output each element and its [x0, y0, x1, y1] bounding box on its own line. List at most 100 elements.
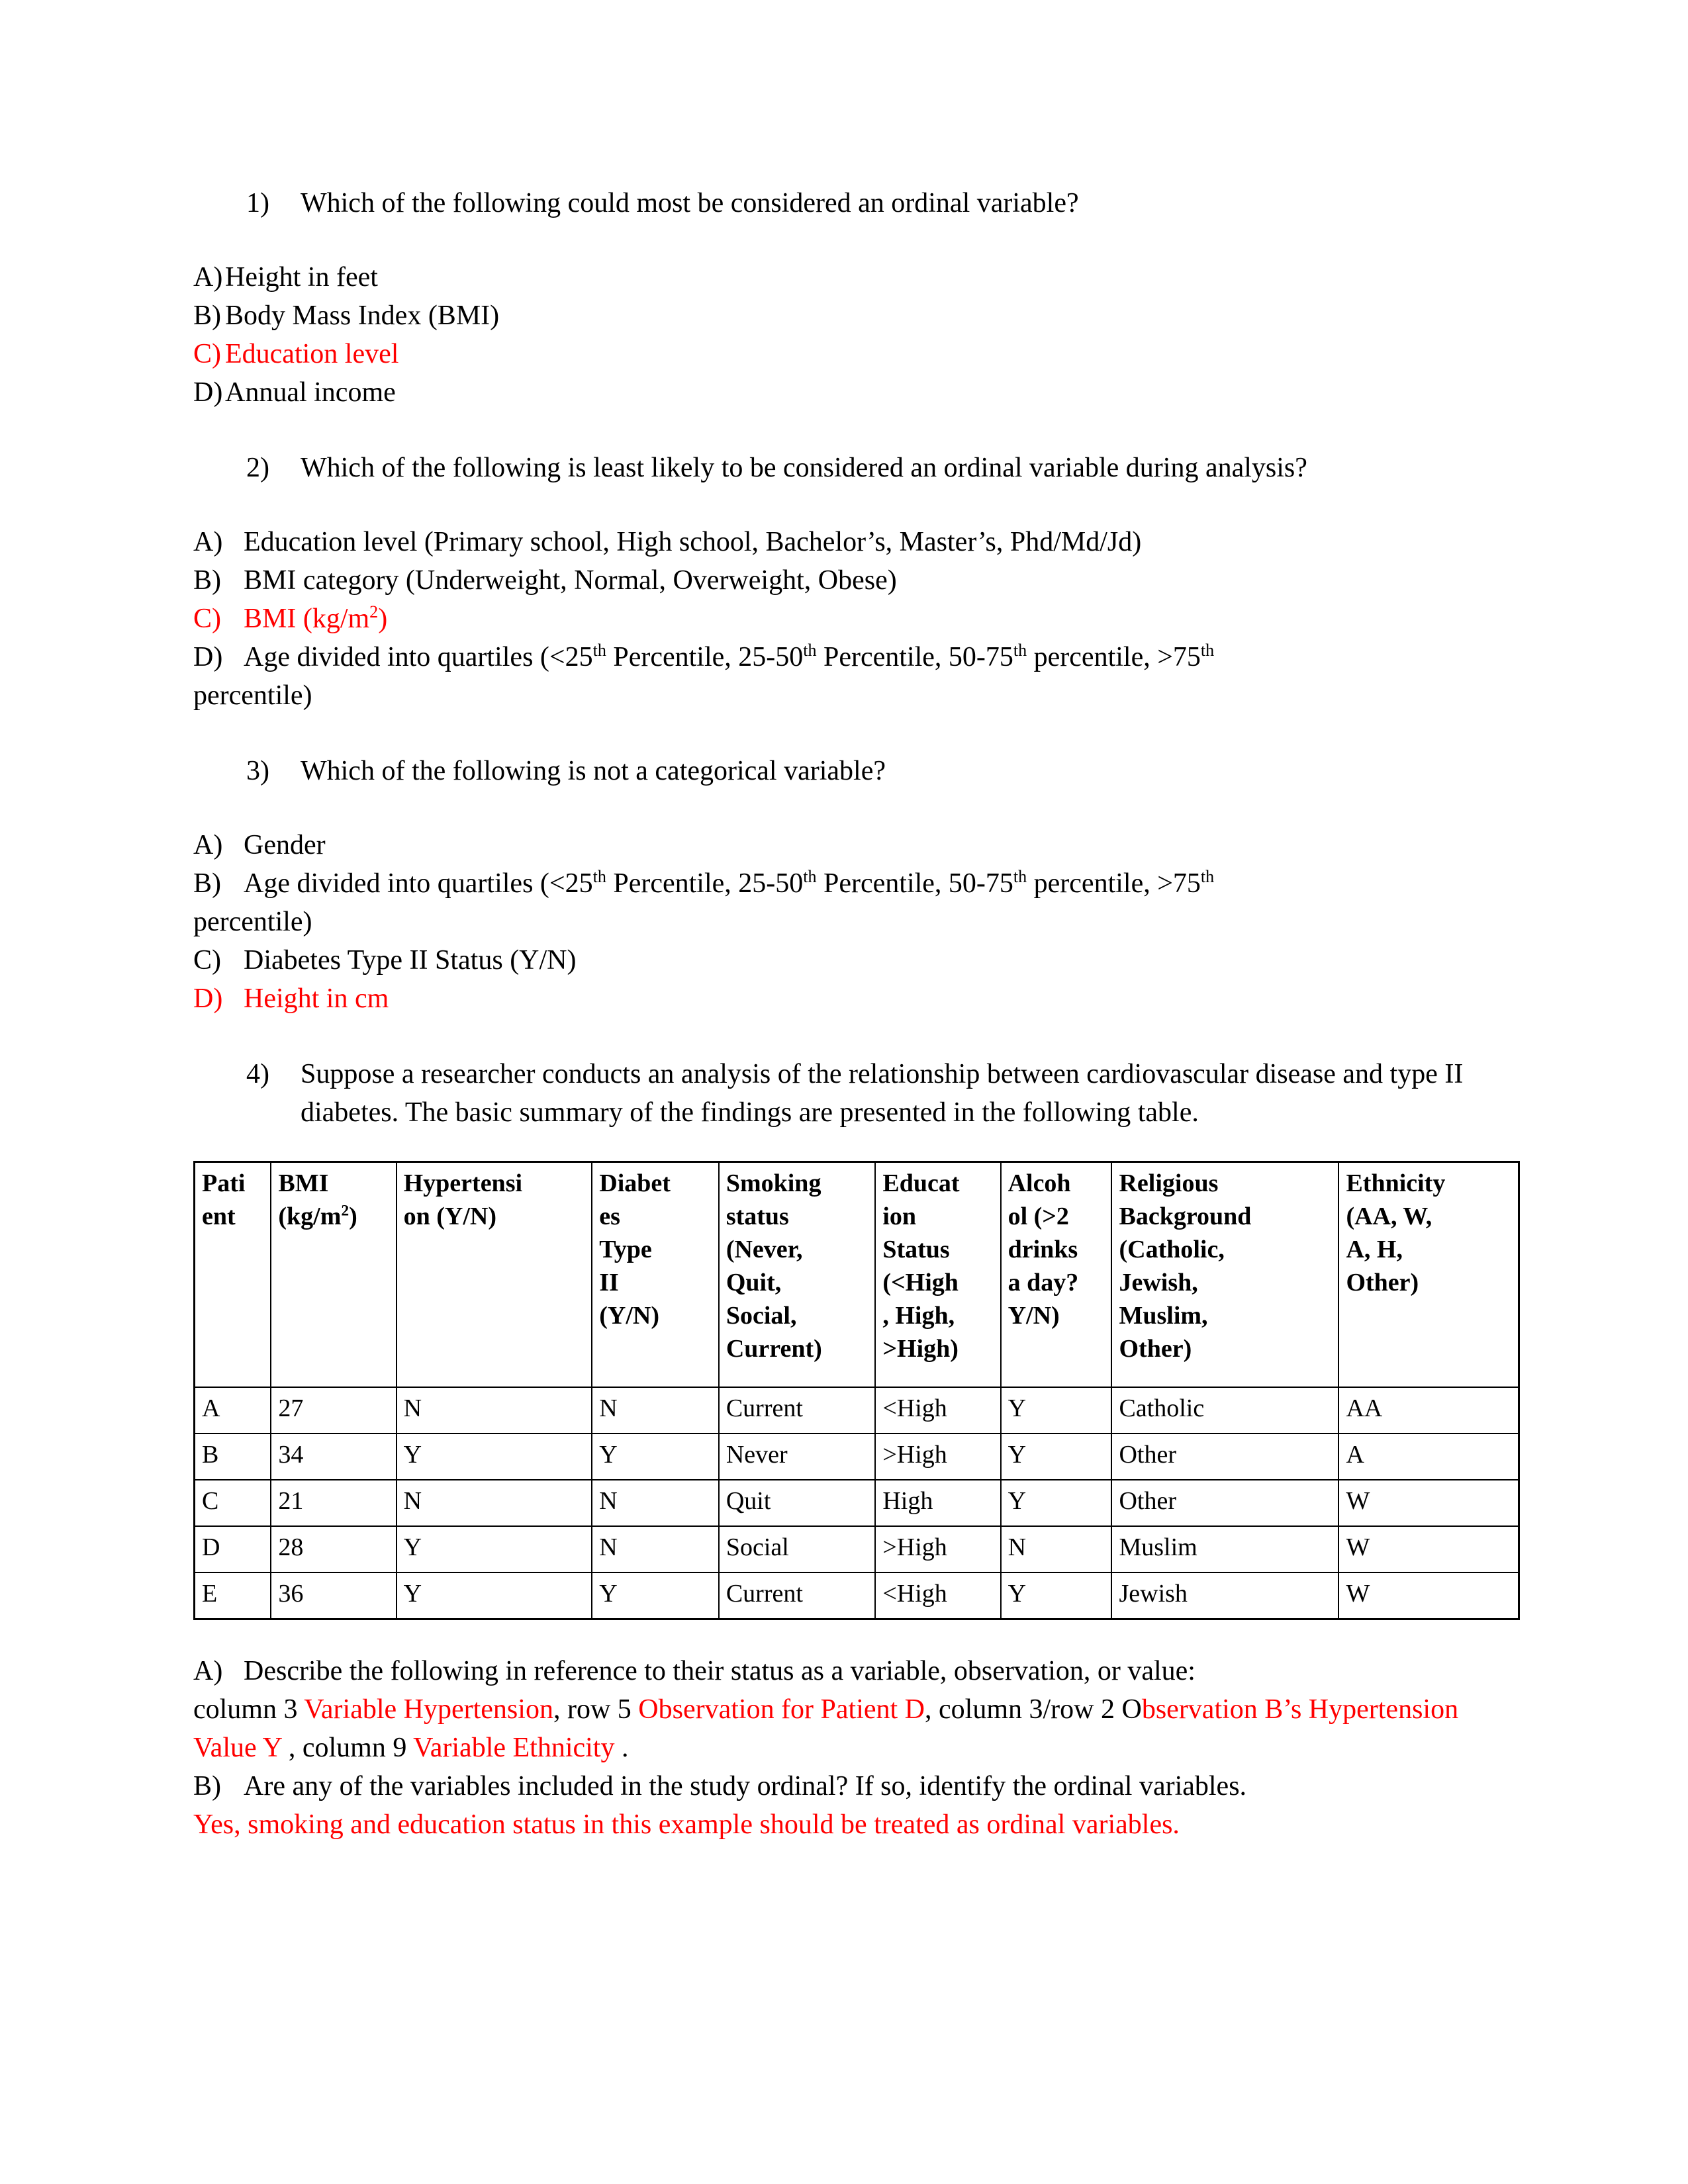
hdr-part: on (Y/N) — [403, 1203, 496, 1230]
question-3: 3) Which of the following is not a categ… — [246, 752, 1524, 790]
col-header-bmi: BMI (kg/m2) — [270, 1161, 397, 1388]
answer-fragment: column 3 — [193, 1694, 305, 1725]
question-1-text: Which of the following could most be con… — [301, 188, 1079, 218]
question-2-number: 2) — [246, 453, 269, 483]
option-text: Age divided into quartiles (<25th Percen… — [244, 867, 1215, 899]
cell-alcohol: Y — [1000, 1479, 1113, 1527]
col-header-education: Educat ion Status (<High , High, >High) — [874, 1161, 1002, 1388]
ordinal-suffix: th — [1013, 867, 1027, 886]
hdr-part: Pati — [202, 1169, 246, 1197]
table-row: E 36 Y Y Current <High Y Jewish W — [193, 1572, 1520, 1620]
option-text: Education level (Primary school, High sc… — [244, 527, 1142, 557]
table-row: D 28 Y N Social >High N Muslim W — [193, 1525, 1520, 1573]
hdr-part: ion — [882, 1203, 917, 1230]
sub-question-b-answer: Yes, smoking and education status in thi… — [193, 1809, 1180, 1840]
option-text: Age divided into quartiles (<25th Percen… — [244, 641, 1215, 672]
cell-hypertension: Y — [395, 1433, 593, 1480]
cell-smoking: Current — [718, 1572, 876, 1620]
sub-question-a-answer: column 3 Variable Hypertension, row 5 Ob… — [193, 1690, 1524, 1767]
hdr-part: Educat — [882, 1169, 960, 1197]
hdr-part: drinks — [1008, 1236, 1078, 1263]
hdr-part: Jewish, — [1119, 1269, 1198, 1297]
sub-question-a: A) Describe the following in reference t… — [193, 1652, 1524, 1690]
table-row: A 27 N N Current <High Y Catholic AA — [193, 1387, 1520, 1434]
option-text: Gender — [244, 830, 326, 860]
option-text: Education level — [225, 339, 399, 369]
option-text: BMI category (Underweight, Normal, Overw… — [244, 565, 897, 596]
question-3-option-c: C) Diabetes Type II Status (Y/N) — [193, 941, 1524, 979]
answer-fragment: , column 3/row 2 O — [925, 1694, 1142, 1725]
question-2: 2) Which of the following is least likel… — [246, 449, 1524, 487]
question-3-option-b-continuation: percentile) — [193, 907, 312, 937]
option-letter: C) — [193, 339, 221, 369]
option-text: Diabetes Type II Status (Y/N) — [244, 945, 577, 976]
cell-education: <High — [874, 1387, 1002, 1434]
hdr-part: II — [599, 1269, 619, 1297]
hdr-part: (Never, — [726, 1236, 803, 1263]
question-1-number: 1) — [246, 188, 269, 218]
hdr-part: Status — [882, 1236, 950, 1263]
cell-education: >High — [874, 1525, 1002, 1573]
hdr-part: (<High — [882, 1269, 959, 1297]
option-letter: C) — [193, 945, 221, 976]
col-header-ethnicity: Ethnicity (AA, W, A, H, Other) — [1338, 1161, 1520, 1388]
option-letter: D) — [193, 377, 223, 408]
cell-smoking: Quit — [718, 1479, 876, 1527]
hdr-part: Quit, — [726, 1269, 782, 1297]
option-letter: A) — [193, 830, 223, 860]
table-row: C 21 N N Quit High Y Other W — [193, 1479, 1520, 1527]
hdr-part: Religious — [1119, 1169, 1219, 1197]
question-1-option-b: B) Body Mass Index (BMI) — [193, 296, 1524, 335]
option-text: Height in feet — [225, 262, 378, 293]
cell-hypertension: N — [395, 1387, 593, 1434]
cell-ethnicity: A — [1338, 1433, 1520, 1480]
hdr-part: , High, — [882, 1302, 955, 1330]
cell-bmi: 36 — [270, 1572, 397, 1620]
cell-religion: Catholic — [1111, 1387, 1340, 1434]
hdr-part: (Catholic, — [1119, 1236, 1225, 1263]
option-text: Annual income — [225, 377, 396, 408]
cell-bmi: 27 — [270, 1387, 397, 1434]
cell-ethnicity: W — [1338, 1525, 1520, 1573]
cell-patient: B — [193, 1433, 272, 1480]
cell-hypertension: N — [395, 1479, 593, 1527]
answer-fragment: Observation for Patient D — [638, 1694, 925, 1725]
hdr-part: BMI — [278, 1169, 329, 1197]
ordinal-suffix: th — [1200, 867, 1215, 886]
hdr-part: Type — [599, 1236, 652, 1263]
hdr-part: Y/N) — [1008, 1302, 1060, 1330]
question-3-number: 3) — [246, 756, 269, 786]
question-2-option-b: B) BMI category (Underweight, Normal, Ov… — [193, 561, 1524, 600]
question-1-option-c: C) Education level — [193, 335, 1524, 373]
question-2-option-d-continuation: percentile) — [193, 680, 312, 711]
question-4-number: 4) — [246, 1059, 269, 1089]
question-3-text: Which of the following is not a categori… — [301, 756, 886, 786]
hdr-part: Hypertensi — [403, 1169, 523, 1197]
cell-alcohol: Y — [1000, 1572, 1113, 1620]
cell-diabetes: Y — [591, 1572, 720, 1620]
sub-question-b-prompt: Are any of the variables included in the… — [244, 1771, 1247, 1801]
cell-religion: Muslim — [1111, 1525, 1340, 1573]
answer-fragment: Variable Ethnicity — [413, 1733, 615, 1763]
question-4-text: Suppose a researcher conducts an analysi… — [301, 1059, 1464, 1128]
option-letter: A) — [193, 527, 223, 557]
cell-alcohol: Y — [1000, 1433, 1113, 1480]
question-4: 4) Suppose a researcher conducts an anal… — [246, 1055, 1524, 1132]
cell-ethnicity: W — [1338, 1572, 1520, 1620]
ordinal-suffix: th — [592, 641, 606, 660]
option-letter: C) — [193, 604, 221, 634]
sub-question-b: B) Are any of the variables included in … — [193, 1767, 1524, 1805]
hdr-part: Other) — [1346, 1269, 1419, 1297]
question-3-option-a: A) Gender — [193, 826, 1524, 864]
cell-smoking: Never — [718, 1433, 876, 1480]
cell-religion: Jewish — [1111, 1572, 1340, 1620]
hdr-part: ol (>2 — [1008, 1203, 1069, 1230]
hdr-part: A, H, — [1346, 1236, 1403, 1263]
question-3-option-b: B) Age divided into quartiles (<25th Per… — [193, 864, 1524, 903]
ordinal-suffix: th — [1013, 641, 1027, 660]
sub-question-a-prompt: Describe the following in reference to t… — [244, 1656, 1196, 1686]
